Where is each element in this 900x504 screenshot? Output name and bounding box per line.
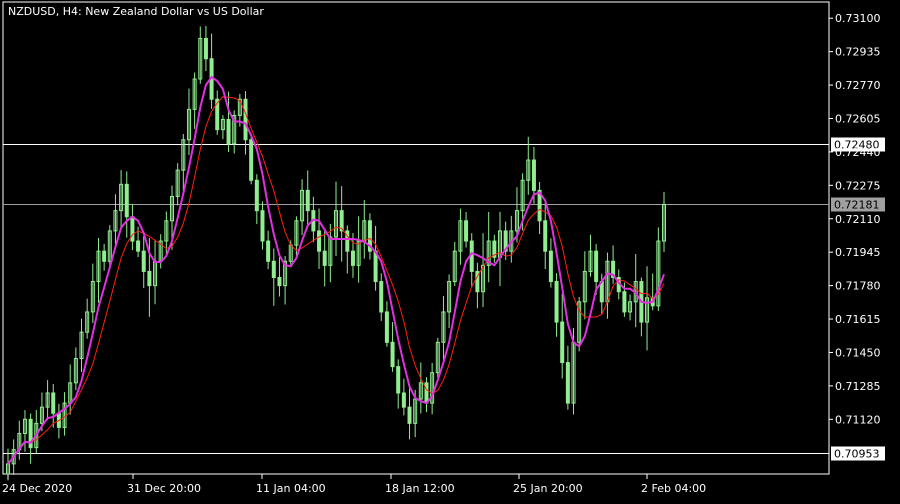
price-tick-label: 0.71285 [835,380,881,393]
level-label-1: 0.72181 [834,199,880,212]
candles [6,26,666,481]
time-axis: 24 Dec 2020 31 Dec 20:00 11 Jan 04:00 18 Ja… [2,474,706,495]
candle-body [141,250,146,272]
ma-fast-line [7,75,665,465]
candle-body [554,281,559,323]
candle-body [203,37,208,60]
price-tick-label: 0.72275 [835,179,881,192]
price-axis: 0.73100 0.72935 0.72770 0.72605 0.72440 0.722… [829,12,881,426]
level-label-2: 0.70953 [834,448,880,461]
candle-body [271,260,276,279]
price-tick-label: 0.71780 [835,280,881,293]
candle-body [136,240,141,252]
candle-body [249,139,254,181]
price-tick-label: 0.73100 [835,12,881,25]
price-tick-label: 0.71450 [835,346,881,359]
candle-body [317,230,322,252]
candle-body [384,311,389,343]
time-tick-label: 25 Jan 20:00 [513,482,583,495]
candle-body [373,250,378,283]
price-tick-label: 0.71615 [835,313,881,326]
candle-body [531,159,536,191]
candle-body [147,270,152,287]
price-tick-label: 0.72605 [835,112,881,125]
price-tick-label: 0.71945 [835,246,881,259]
candle-body [396,366,401,394]
candle-body [277,277,282,287]
candle-body [407,406,412,424]
chart-title: NZDUSD, H4: New Zealand Dollar vs US Dol… [8,5,264,18]
candle-body [560,321,565,364]
chart-window[interactable]: NZDUSD, H4: New Zealand Dollar vs US Dol… [0,0,900,500]
candle-body [594,250,599,283]
price-tick-label: 0.72770 [835,79,881,92]
candle-body [266,240,271,262]
time-tick-label: 11 Jan 04:00 [256,482,326,495]
time-tick-label: 2 Feb 04:00 [641,482,706,495]
plot-area[interactable] [2,1,830,475]
horizontal-levels: 0.724800.721810.70953 [3,137,885,461]
candle-body [260,210,265,242]
candle-body [401,392,406,408]
candle-body [390,341,395,368]
price-tick-label: 0.72440 [835,146,881,159]
candle-body [51,392,56,414]
candle-body [226,118,231,145]
time-tick-label: 31 Dec 20:00 [127,482,201,495]
candle-body [622,291,627,313]
price-chart[interactable]: NZDUSD, H4: New Zealand Dollar vs US Dol… [0,0,900,500]
candle-body [124,183,129,218]
candle-body [130,216,135,242]
candle-body [254,179,259,212]
candle-body [350,250,355,266]
candle-body [243,98,248,141]
candle-body [565,362,570,404]
candle-body [305,189,310,212]
candle-body [543,220,548,252]
time-tick-label: 24 Dec 2020 [2,482,72,495]
moving-averages [7,75,665,465]
candle-body [379,281,384,313]
candle-body [322,250,327,266]
time-tick-label: 18 Jan 12:00 [385,482,455,495]
candle-body [102,250,107,262]
candle-body [548,250,553,283]
candle-body [464,220,469,242]
price-tick-label: 0.72110 [835,213,881,226]
candle-body [424,382,429,404]
price-tick-label: 0.71120 [835,413,881,426]
price-tick-label: 0.72935 [835,46,881,59]
